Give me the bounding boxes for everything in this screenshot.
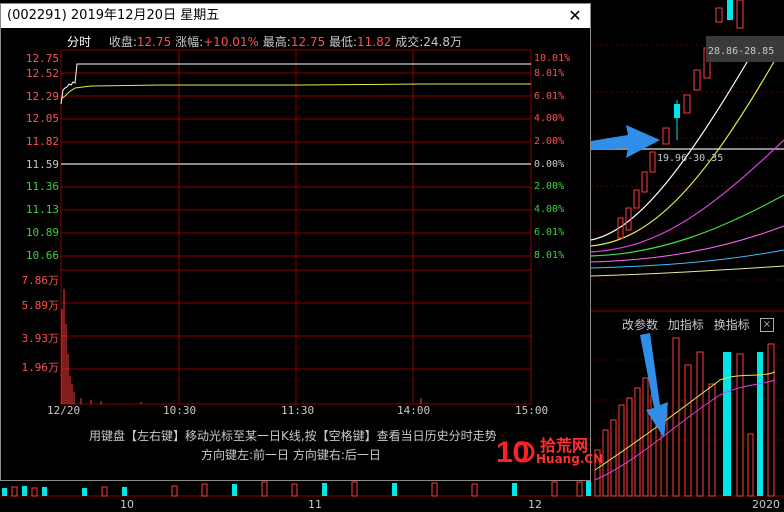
pct-axis-label: 2.00%	[534, 136, 565, 147]
svg-text:10: 10	[496, 436, 529, 469]
date-label: 12	[528, 498, 542, 511]
pct-axis-label: 0.00%	[534, 159, 565, 170]
switch-indicator-button[interactable]: 换指标	[714, 318, 750, 332]
add-indicator-button[interactable]: 加指标	[668, 318, 704, 332]
volume-axis-label: 5.89万	[21, 299, 60, 312]
price-axis-label: 12.52	[25, 67, 59, 80]
pct-axis-label: 10.01%	[534, 53, 571, 64]
date-label: 10	[120, 498, 134, 511]
price-axis-label: 10.66	[25, 249, 59, 262]
candles	[617, 0, 744, 239]
pct-axis-label: 2.00%	[534, 181, 565, 192]
watermark-text-en: Huang.CN	[536, 452, 604, 466]
pct-axis-label: 4.00%	[534, 204, 565, 215]
pct-axis-label: 6.01%	[534, 91, 565, 102]
price-axis-label: 11.59	[25, 158, 59, 171]
intraday-popup: (002291) 2019年12月20日 星期五 ✕ 分时 收盘:12.75 涨…	[0, 3, 591, 481]
pct-axis-label: 8.01%	[534, 250, 565, 261]
keyboard-hint-line1: 用键盘【左右键】移动光标至某一日K线,按【空格键】查看当日历史分时走势	[89, 429, 497, 443]
price-axis-label: 12.29	[25, 90, 59, 103]
pct-axis-label: 6.01%	[534, 227, 565, 238]
site-watermark-logo: 10 拾荒网 Huang.CN	[496, 432, 608, 476]
volume-axis-label: 3.93万	[21, 332, 60, 345]
price-axis-label: 11.36	[25, 180, 59, 193]
volume-axis-label: 7.86万	[21, 274, 60, 287]
volume-axis-label: 1.96万	[21, 361, 60, 374]
time-axis-label: 10:30	[163, 404, 197, 417]
change-params-button[interactable]: 改参数	[622, 318, 658, 332]
time-axis-label: 11:30	[281, 404, 315, 417]
price-axis-label: 10.89	[25, 226, 59, 239]
price-axis-label: 11.82	[25, 135, 59, 148]
date-label: 2020	[752, 498, 780, 511]
price-tag-lower: 19.96-30.35	[657, 153, 724, 164]
pct-axis-label: 8.01%	[534, 68, 565, 79]
time-axis-label: 14:00	[397, 404, 431, 417]
indicator-toolbar: 改参数 加指标 换指标	[622, 316, 756, 333]
price-axis-label: 12.75	[25, 52, 59, 65]
price-axis-label: 12.05	[25, 112, 59, 125]
indicator-close-icon[interactable]: ×	[760, 318, 774, 332]
pct-axis-label: 4.00%	[534, 113, 565, 124]
price-axis-label: 11.13	[25, 203, 59, 216]
price-tag-upper: 28.86-28.85	[708, 46, 775, 57]
time-axis-label: 12/20	[47, 404, 81, 417]
keyboard-hint-line2: 方向键左:前一日 方向键右:后一日	[201, 448, 381, 462]
date-label: 11	[308, 498, 322, 511]
time-axis-label: 15:00	[515, 404, 549, 417]
